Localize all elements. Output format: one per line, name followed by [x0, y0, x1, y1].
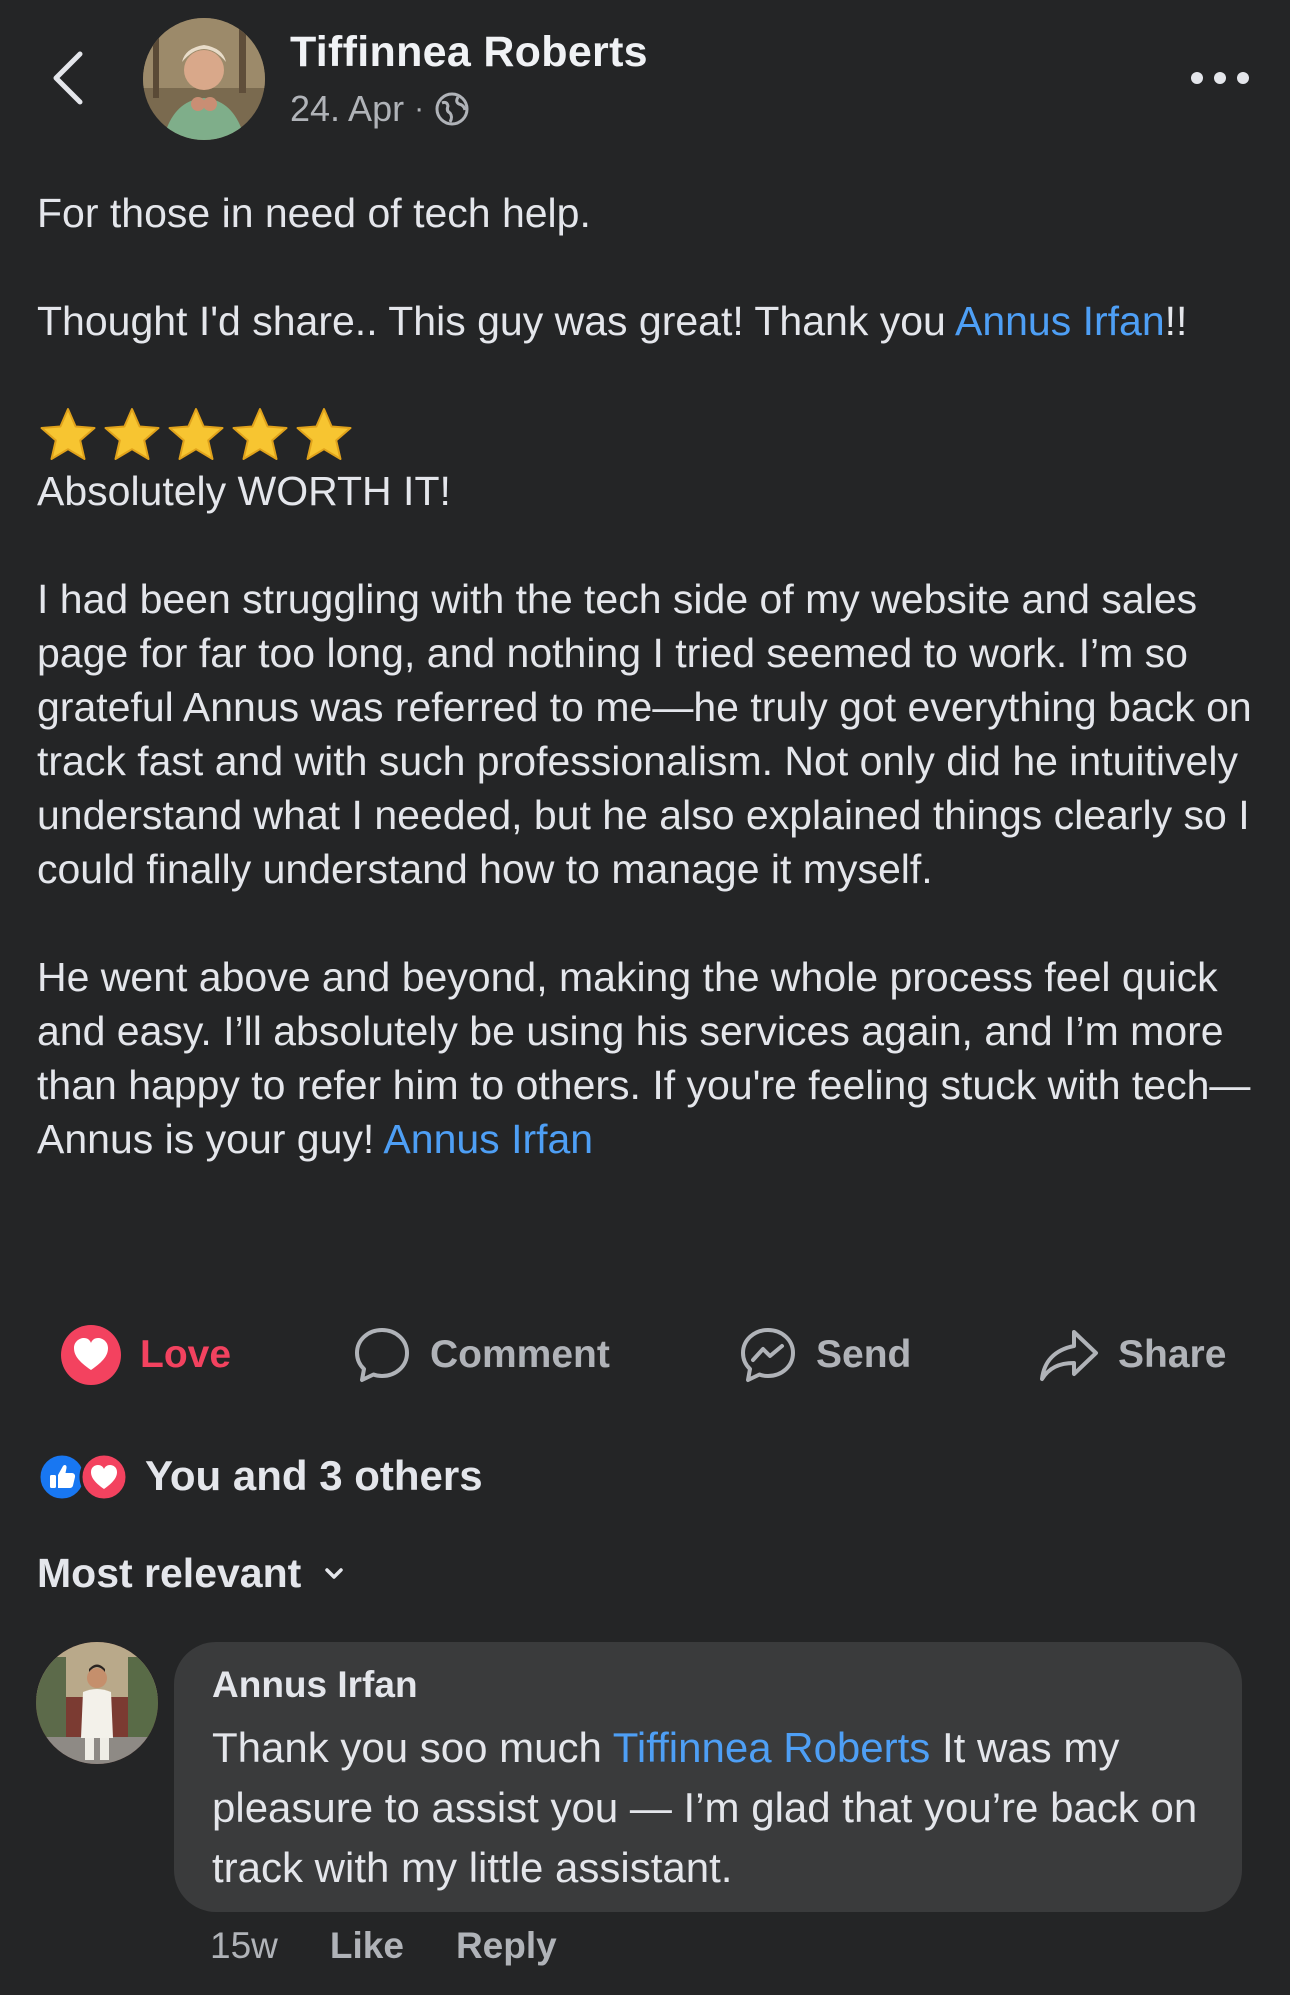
comment-button[interactable]: Comment — [352, 1312, 610, 1398]
comment-icon — [355, 1328, 409, 1382]
post-action-bar: Love Comment Send Share — [0, 1312, 1290, 1398]
post-headline: Absolutely WORTH IT! — [37, 468, 451, 514]
star-rating — [37, 402, 1262, 464]
comment-bubble: Annus Irfan Thank you soo much Tiffinnea… — [174, 1642, 1242, 1912]
star-icon — [168, 408, 224, 460]
love-label: Love — [140, 1333, 232, 1376]
comment-reply-button[interactable]: Reply — [456, 1925, 557, 1967]
comment-author[interactable]: Annus Irfan — [212, 1664, 1206, 1706]
more-horizontal-icon — [1191, 72, 1249, 84]
comment-text-prefix: Thank you soo much — [212, 1724, 613, 1771]
comment-age: 15w — [210, 1925, 278, 1966]
star-icon — [296, 408, 352, 460]
chevron-left-icon — [53, 51, 83, 105]
post-thanks-text: Thought I'd share.. This guy was great! … — [37, 298, 955, 344]
more-options-button[interactable] — [1185, 58, 1255, 98]
send-button[interactable]: Send — [738, 1312, 911, 1398]
messenger-icon — [741, 1328, 795, 1382]
reactions-summary-text: You and 3 others — [145, 1452, 483, 1499]
comment-like-button[interactable]: Like — [330, 1925, 404, 1967]
share-label: Share — [1118, 1333, 1227, 1376]
mention-link[interactable]: Annus Irfan — [955, 298, 1165, 344]
comment-label: Comment — [430, 1333, 610, 1376]
mention-link[interactable]: Annus Irfan — [383, 1116, 593, 1162]
meta-separator: · — [414, 92, 425, 125]
comment-sort-dropdown[interactable]: Most relevant — [37, 1550, 345, 1597]
back-button[interactable] — [44, 48, 94, 108]
post-meta: 24. Apr · — [290, 88, 470, 130]
post-intro: For those in need of tech help. — [37, 190, 591, 236]
love-reaction-icon — [61, 1325, 121, 1385]
author-name[interactable]: Tiffinnea Roberts — [290, 28, 648, 77]
share-arrow-icon — [1040, 1330, 1098, 1381]
post-detail-page: Tiffinnea Roberts 24. Apr · For those in… — [0, 0, 1290, 1995]
star-icon — [232, 408, 288, 460]
post-paragraph: He went above and beyond, making the who… — [37, 950, 1262, 1166]
reaction-summary[interactable]: You and 3 others — [37, 1448, 483, 1504]
post-header: Tiffinnea Roberts 24. Apr · — [0, 0, 1290, 160]
globe-icon — [435, 92, 469, 126]
sort-label: Most relevant — [37, 1550, 302, 1596]
comment-footer: 15w Like Reply — [210, 1925, 557, 1967]
author-avatar[interactable] — [143, 18, 265, 140]
love-button[interactable]: Love — [60, 1312, 231, 1398]
star-icon — [40, 408, 96, 460]
comment-text: Thank you soo much Tiffinnea Roberts It … — [212, 1718, 1206, 1898]
send-label: Send — [816, 1333, 912, 1376]
post-paragraph: I had been struggling with the tech side… — [37, 576, 1252, 892]
commenter-avatar[interactable] — [36, 1642, 158, 1764]
chevron-down-icon — [325, 1567, 344, 1579]
post-thanks: Thought I'd share.. This guy was great! … — [37, 294, 1262, 348]
post-body: For those in need of tech help. Thought … — [37, 186, 1262, 1166]
post-date[interactable]: 24. Apr — [290, 88, 404, 130]
share-button[interactable]: Share — [1038, 1312, 1226, 1398]
star-icon — [104, 408, 160, 460]
love-reaction-icon — [79, 1452, 129, 1502]
post-thanks-suffix: !! — [1164, 298, 1188, 344]
mention-link[interactable]: Tiffinnea Roberts — [613, 1724, 931, 1771]
post-paragraph-text: He went above and beyond, making the who… — [37, 954, 1251, 1162]
reaction-icons — [37, 1450, 133, 1502]
